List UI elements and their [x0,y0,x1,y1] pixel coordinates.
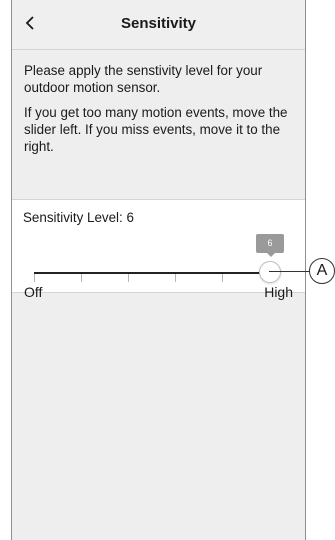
slider-tick [175,274,176,282]
sensitivity-level-label: Sensitivity Level: 6 [23,210,134,225]
slider-tick [34,274,35,282]
slider-value-tooltip: 6 [256,234,284,257]
slider-tick [128,274,129,282]
sensitivity-card: Sensitivity Level: 6 6 Off High [12,200,305,300]
header-bar: Sensitivity [12,0,305,50]
slider-tick [81,274,82,282]
slider-min-label: Off [24,284,43,300]
instruction-text-2: If you get too many motion events, move … [24,105,288,154]
slider-max-label: High [264,284,293,300]
slider-thumb[interactable] [259,261,281,283]
page-title: Sensitivity [120,15,197,32]
slider-track[interactable] [34,272,270,274]
phone-screen: Sensitivity Please apply the senstivity … [11,0,306,540]
callout-leader-line [269,271,311,272]
instructions-section: Please apply the senstivity level for yo… [12,50,305,200]
slider-tick [222,274,223,282]
instruction-text-1: Please apply the senstivity level for yo… [24,63,263,95]
callout-marker: A [309,258,335,284]
